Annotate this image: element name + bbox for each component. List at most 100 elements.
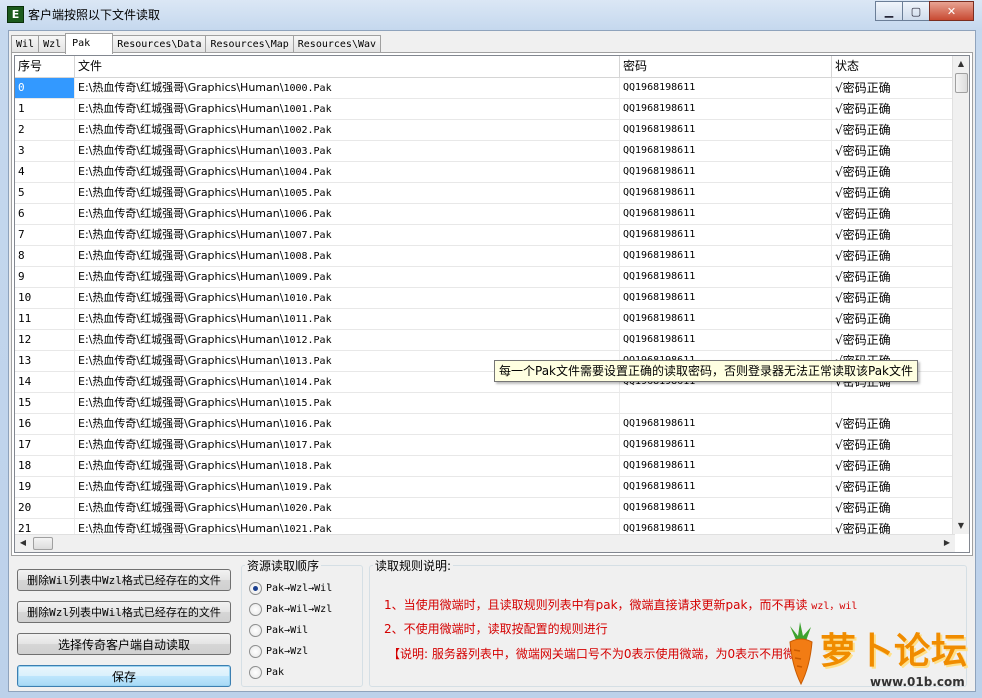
table-row[interactable]: 1 E:\热血传奇\红城强哥\Graphics\Human\1001.Pak QQ1… — [15, 99, 955, 120]
watermark-logo: 萝卜论坛 www.01b.com — [770, 600, 982, 698]
table-row[interactable]: 4 E:\热血传奇\红城强哥\Graphics\Human\1004.Pak QQ1… — [15, 162, 955, 183]
scroll-right-icon[interactable]: ▶ — [939, 535, 955, 551]
cell-password[interactable]: QQ1968198611 — [620, 498, 832, 518]
resource-order-option[interactable]: Pak — [249, 663, 284, 681]
resource-order-option[interactable]: Pak→Wzl→Wil — [249, 579, 332, 597]
tab-pak[interactable]: Pak — [65, 33, 114, 54]
radio-icon[interactable] — [249, 581, 262, 595]
cell-file-prefix: E:\热血传奇\红城强哥\Graphics\Human\ — [78, 228, 284, 241]
cell-status: √密码正确 — [832, 78, 955, 98]
cell-status: √密码正确 — [832, 435, 955, 455]
cell-password[interactable]: QQ1968198611 — [620, 477, 832, 497]
cell-index: 3 — [15, 141, 75, 161]
radio-icon[interactable] — [249, 665, 262, 679]
horizontal-scroll-thumb[interactable] — [33, 537, 53, 550]
table-row[interactable]: 5 E:\热血传奇\红城强哥\Graphics\Human\1005.Pak QQ1… — [15, 183, 955, 204]
cell-file-name: 1015.Pak — [283, 398, 332, 409]
table-row[interactable]: 11 E:\热血传奇\红城强哥\Graphics\Human\1011.Pak QQ… — [15, 309, 955, 330]
cell-password[interactable]: QQ1968198611 — [620, 78, 832, 98]
resource-order-option[interactable]: Pak→Wil→Wzl — [249, 600, 332, 618]
cell-password[interactable]: QQ1968198611 — [620, 99, 832, 119]
table-row[interactable]: 12 E:\热血传奇\红城强哥\Graphics\Human\1012.Pak QQ… — [15, 330, 955, 351]
cell-password[interactable]: QQ1968198611 — [620, 330, 832, 350]
tab-wil[interactable]: Wil — [11, 35, 40, 53]
table-row[interactable]: 8 E:\热血传奇\红城强哥\Graphics\Human\1008.Pak QQ1… — [15, 246, 955, 267]
vertical-scrollbar[interactable]: ▲ ▼ — [952, 56, 969, 534]
horizontal-scrollbar[interactable]: ◀ ▶ — [15, 534, 955, 552]
table-row[interactable]: 15 E:\热血传奇\红城强哥\Graphics\Human\1015.Pak — [15, 393, 955, 414]
scroll-up-icon[interactable]: ▲ — [953, 56, 969, 72]
cell-password[interactable]: QQ1968198611 — [620, 141, 832, 161]
scroll-left-icon[interactable]: ◀ — [15, 535, 31, 551]
cell-index: 17 — [15, 435, 75, 455]
cell-index: 18 — [15, 456, 75, 476]
cell-password[interactable]: QQ1968198611 — [620, 183, 832, 203]
tab-resources-map[interactable]: Resources\Map — [205, 35, 294, 53]
table-row[interactable]: 19 E:\热血传奇\红城强哥\Graphics\Human\1019.Pak QQ… — [15, 477, 955, 498]
cell-file: E:\热血传奇\红城强哥\Graphics\Human\1003.Pak — [75, 141, 620, 161]
table-row[interactable]: 17 E:\热血传奇\红城强哥\Graphics\Human\1017.Pak QQ… — [15, 435, 955, 456]
cell-password[interactable]: QQ1968198611 — [620, 309, 832, 329]
cell-file: E:\热血传奇\红城强哥\Graphics\Human\1007.Pak — [75, 225, 620, 245]
cell-password[interactable] — [620, 393, 832, 413]
cell-index: 16 — [15, 414, 75, 434]
table-row[interactable]: 16 E:\热血传奇\红城强哥\Graphics\Human\1016.Pak QQ… — [15, 414, 955, 435]
table-row[interactable]: 7 E:\热血传奇\红城强哥\Graphics\Human\1007.Pak QQ1… — [15, 225, 955, 246]
table-row[interactable]: 3 E:\热血传奇\红城强哥\Graphics\Human\1003.Pak QQ1… — [15, 141, 955, 162]
cell-index: 0 — [15, 78, 75, 98]
cell-password[interactable]: QQ1968198611 — [620, 267, 832, 287]
radio-icon[interactable] — [249, 602, 262, 616]
cell-status — [832, 393, 955, 413]
cell-password[interactable]: QQ1968198611 — [620, 456, 832, 476]
cell-password[interactable]: QQ1968198611 — [620, 414, 832, 434]
radio-icon[interactable] — [249, 644, 262, 658]
column-header-status[interactable]: 状态 — [832, 56, 955, 77]
auto-read-client-button[interactable]: 选择传奇客户端自动读取 — [17, 633, 231, 655]
delete-wzl-duplicates-button[interactable]: 删除Wzl列表中Wil格式已经存在的文件 — [17, 601, 231, 623]
minimize-button[interactable]: ▁ — [875, 1, 903, 21]
cell-password[interactable]: QQ1968198611 — [620, 288, 832, 308]
tab-resources-wav[interactable]: Resources\Wav — [292, 35, 382, 53]
table-row[interactable]: 6 E:\热血传奇\红城强哥\Graphics\Human\1006.Pak QQ1… — [15, 204, 955, 225]
tab-resources-data[interactable]: Resources\Data — [112, 35, 207, 53]
file-list-table[interactable]: 序号 文件 密码 状态 0 E:\热血传奇\红城强哥\Graphics\Human… — [14, 55, 970, 553]
table-row[interactable]: 9 E:\热血传奇\红城强哥\Graphics\Human\1009.Pak QQ1… — [15, 267, 955, 288]
maximize-button[interactable]: ▢ — [902, 1, 930, 21]
column-header-index[interactable]: 序号 — [15, 56, 75, 77]
tab-strip: Wil Wzl Pak Resources\Data Resources\Map… — [11, 33, 382, 54]
cell-password[interactable]: QQ1968198611 — [620, 435, 832, 455]
resource-order-title: 资源读取顺序 — [245, 557, 322, 574]
cell-password[interactable]: QQ1968198611 — [620, 120, 832, 140]
cell-file-name: 1014.Pak — [283, 377, 332, 388]
table-row[interactable]: 20 E:\热血传奇\红城强哥\Graphics\Human\1020.Pak QQ… — [15, 498, 955, 519]
table-row[interactable]: 2 E:\热血传奇\红城强哥\Graphics\Human\1002.Pak QQ1… — [15, 120, 955, 141]
close-button[interactable]: ✕ — [929, 1, 974, 21]
vertical-scroll-thumb[interactable] — [955, 73, 968, 93]
cell-file-prefix: E:\热血传奇\红城强哥\Graphics\Human\ — [78, 354, 284, 367]
delete-wil-duplicates-button[interactable]: 删除Wil列表中Wzl格式已经存在的文件 — [17, 569, 231, 591]
radio-icon[interactable] — [249, 623, 262, 637]
tab-wzl[interactable]: Wzl — [38, 35, 67, 53]
column-header-password[interactable]: 密码 — [620, 56, 832, 77]
scroll-down-icon[interactable]: ▼ — [953, 518, 969, 534]
cell-file-prefix: E:\热血传奇\红城强哥\Graphics\Human\ — [78, 333, 284, 346]
tab-panel-pak: 序号 文件 密码 状态 0 E:\热血传奇\红城强哥\Graphics\Human… — [11, 52, 973, 556]
resource-order-option[interactable]: Pak→Wzl — [249, 642, 308, 660]
cell-file-prefix: E:\热血传奇\红城强哥\Graphics\Human\ — [78, 270, 284, 283]
save-button[interactable]: 保存 — [17, 665, 231, 687]
cell-password[interactable]: QQ1968198611 — [620, 225, 832, 245]
resource-order-option[interactable]: Pak→Wil — [249, 621, 308, 639]
table-row[interactable]: 18 E:\热血传奇\红城强哥\Graphics\Human\1018.Pak QQ… — [15, 456, 955, 477]
radio-label: Pak→Wil — [266, 624, 309, 636]
table-row[interactable]: 0 E:\热血传奇\红城强哥\Graphics\Human\1000.Pak QQ1… — [15, 78, 955, 99]
cell-file-name: 1009.Pak — [283, 272, 332, 283]
cell-password[interactable]: QQ1968198611 — [620, 162, 832, 182]
cell-file-name: 1012.Pak — [283, 335, 332, 346]
title-bar[interactable]: E 客户端按照以下文件读取 ▁ ▢ ✕ — [0, 0, 982, 26]
cell-password[interactable]: QQ1968198611 — [620, 204, 832, 224]
cell-password[interactable]: QQ1968198611 — [620, 246, 832, 266]
cell-index: 13 — [15, 351, 75, 371]
table-row[interactable]: 10 E:\热血传奇\红城强哥\Graphics\Human\1010.Pak QQ… — [15, 288, 955, 309]
cell-status: √密码正确 — [832, 246, 955, 266]
column-header-file[interactable]: 文件 — [75, 56, 620, 77]
